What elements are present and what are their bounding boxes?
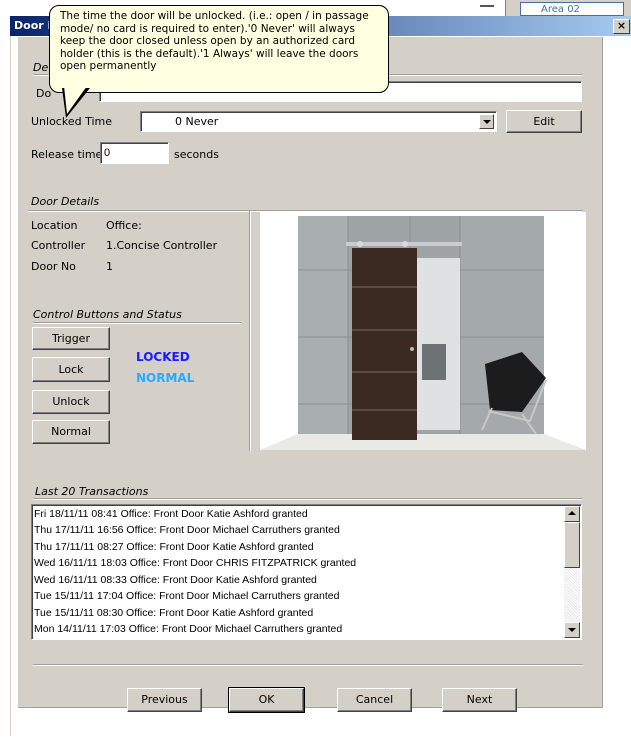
background-area-tab: Area 02 bbox=[520, 2, 624, 16]
transactions-divider bbox=[33, 498, 583, 500]
list-item[interactable]: Mon 14/11/11 17:03 Office: Front Door Mi… bbox=[34, 623, 342, 635]
scroll-down-icon[interactable] bbox=[564, 622, 580, 638]
list-item[interactable]: Thu 17/11/11 16:56 Office: Front Door Mi… bbox=[34, 524, 340, 536]
unlock-button[interactable]: Unlock bbox=[32, 390, 110, 414]
window-border bbox=[10, 36, 11, 736]
lock-button[interactable]: Lock bbox=[32, 357, 110, 382]
door-name-label: Do bbox=[36, 87, 52, 100]
release-time-input[interactable] bbox=[100, 142, 169, 164]
normal-button[interactable]: Normal bbox=[32, 420, 110, 444]
door-details-title: Door Details bbox=[31, 195, 100, 208]
transactions-title: Last 20 Transactions bbox=[35, 485, 149, 498]
release-time-label: Release time bbox=[31, 148, 103, 161]
ok-button[interactable]: OK bbox=[228, 687, 305, 713]
list-item[interactable]: Wed 16/11/11 08:33 Office: Front Door Ka… bbox=[34, 574, 317, 586]
location-value: Office: bbox=[106, 219, 142, 232]
control-divider bbox=[33, 322, 241, 324]
release-time-unit: seconds bbox=[174, 148, 219, 161]
unlocked-time-select[interactable]: 0 Never bbox=[140, 111, 497, 132]
mode-status: NORMAL bbox=[136, 371, 195, 385]
previous-button[interactable]: Previous bbox=[127, 688, 202, 712]
close-button[interactable]: × bbox=[613, 19, 630, 34]
background-window-minimize bbox=[480, 5, 494, 7]
list-item[interactable]: Thu 17/11/11 08:27 Office: Front Door Ka… bbox=[34, 541, 314, 553]
list-item[interactable]: Tue 15/11/11 17:04 Office: Front Door Mi… bbox=[34, 590, 339, 602]
chevron-down-icon[interactable] bbox=[479, 114, 494, 129]
door-no-value: 1 bbox=[106, 260, 113, 273]
edit-button[interactable]: Edit bbox=[506, 110, 582, 133]
controller-value: 1.Concise Controller bbox=[106, 239, 218, 252]
footer-divider bbox=[33, 664, 583, 666]
unlocked-time-value: 0 Never bbox=[175, 115, 219, 128]
controller-label: Controller bbox=[31, 239, 86, 252]
door-no-label: Door No bbox=[31, 260, 76, 273]
list-item[interactable]: Wed 16/11/11 18:03 Office: Front Door CH… bbox=[34, 557, 356, 569]
trigger-button[interactable]: Trigger bbox=[32, 327, 110, 350]
tooltip-tail-fill bbox=[64, 86, 87, 114]
transactions-list[interactable]: Fri 18/11/11 08:41 Office: Front Door Ka… bbox=[31, 504, 582, 640]
list-item[interactable]: Tue 15/11/11 08:30 Office: Front Door Ka… bbox=[34, 607, 313, 619]
transactions-scrollbar[interactable] bbox=[564, 506, 580, 638]
location-label: Location bbox=[31, 219, 78, 232]
list-item[interactable]: Fri 18/11/11 08:41 Office: Front Door Ka… bbox=[34, 508, 308, 520]
unlocked-time-tooltip: The time the door will be unlocked. (i.e… bbox=[49, 5, 389, 93]
next-button[interactable]: Next bbox=[442, 688, 517, 712]
door-settings-title: De bbox=[33, 61, 49, 74]
details-vertical-divider bbox=[249, 211, 251, 451]
cancel-button[interactable]: Cancel bbox=[337, 688, 412, 712]
control-title: Control Buttons and Status bbox=[33, 308, 182, 321]
scroll-up-icon[interactable] bbox=[564, 506, 580, 522]
lock-status: LOCKED bbox=[136, 350, 190, 364]
scroll-thumb[interactable] bbox=[564, 522, 580, 568]
door-photo bbox=[260, 212, 586, 450]
dialog-title: Door i bbox=[14, 19, 52, 32]
